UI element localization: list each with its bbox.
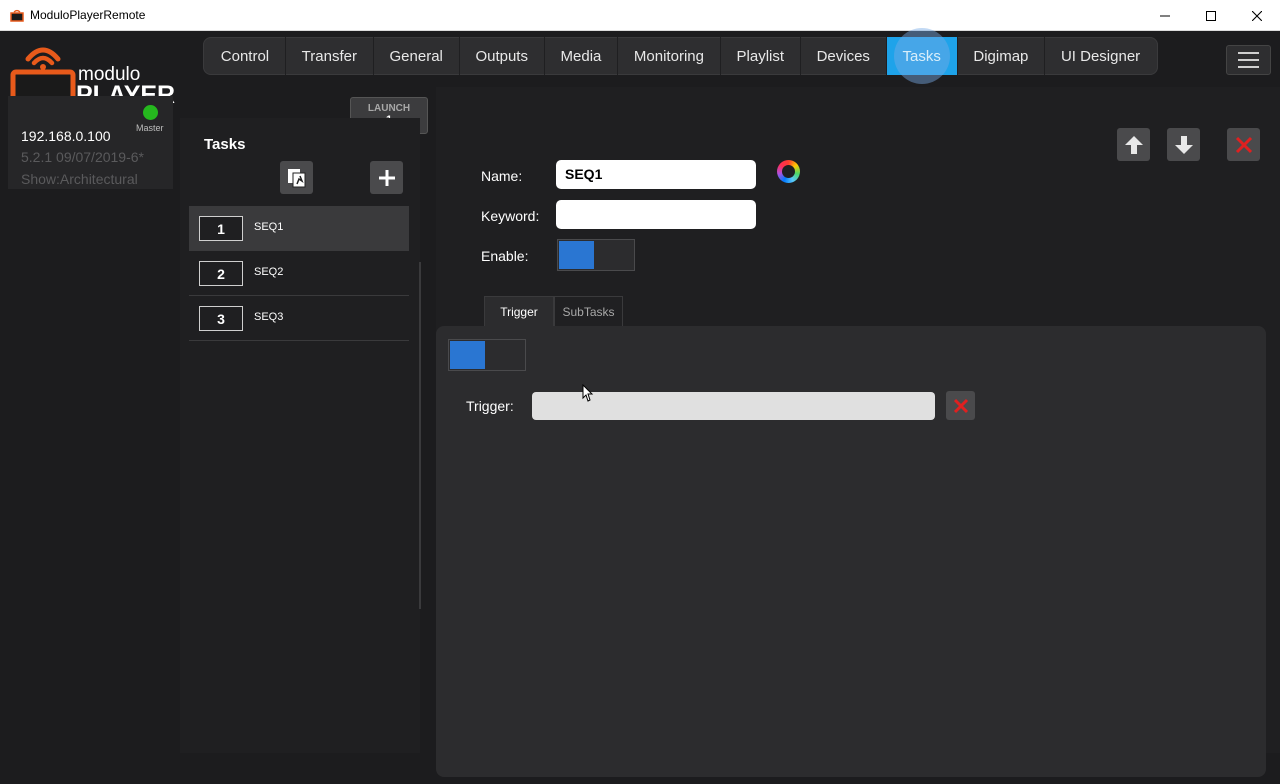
task-row-3[interactable]: 3 SEQ3 [189,296,409,341]
task-row-2[interactable]: 2 SEQ2 [189,251,409,296]
tab-playlist[interactable]: Playlist [721,37,801,75]
server-ip: 192.168.0.100 [21,128,111,144]
arrow-down-icon [1174,135,1193,154]
arrow-up-icon [1124,135,1143,154]
task-list-scrollbar[interactable] [419,262,421,609]
tab-general[interactable]: General [374,37,460,75]
color-picker-icon[interactable] [777,160,800,183]
clear-trigger-button[interactable] [946,391,975,420]
task-name: SEQ2 [254,266,284,278]
hamburger-icon [1238,52,1259,54]
mouse-cursor-icon [582,384,594,402]
task-number: 3 [199,306,243,331]
maximize-button[interactable] [1188,0,1234,31]
tab-devices[interactable]: Devices [801,37,887,75]
plus-icon [378,169,395,186]
window-title: ModuloPlayerRemote [30,8,146,22]
status-indicator [143,105,158,120]
copy-import-icon [287,168,305,187]
subtab-subtasks[interactable]: SubTasks [554,296,623,326]
trigger-toggle[interactable] [448,339,526,371]
server-role: Master [136,123,164,133]
tab-media[interactable]: Media [545,37,619,75]
tab-monitoring[interactable]: Monitoring [618,37,721,75]
trigger-label: Trigger: [466,398,514,414]
launch-label: LAUNCH [367,103,411,114]
tab-control[interactable]: Control [205,37,286,75]
app-icon [10,9,24,22]
delete-task-button[interactable] [1227,128,1260,161]
server-version: 5.2.1 09/07/2019-6* [21,149,144,165]
keyword-label: Keyword: [481,208,540,224]
tab-outputs[interactable]: Outputs [460,37,545,75]
close-icon [1252,10,1262,21]
main-tab-bar: Control Transfer General Outputs Media M… [203,28,1158,84]
tab-ui-designer[interactable]: UI Designer [1045,37,1156,75]
move-down-button[interactable] [1167,128,1200,161]
subtab-trigger[interactable]: Trigger [484,296,554,326]
tab-tasks[interactable]: Tasks [886,28,958,84]
toggle-knob [559,241,594,269]
window-titlebar: ModuloPlayerRemote [0,0,1280,31]
task-number: 1 [199,216,243,241]
task-number: 2 [199,261,243,286]
tasks-title: Tasks [204,136,246,153]
add-task-button[interactable] [370,161,403,194]
task-name: SEQ3 [254,311,284,323]
minimize-button[interactable] [1142,0,1188,31]
import-task-button[interactable] [280,161,313,194]
delete-x-icon [953,398,968,413]
server-show: Show:Architectural [21,171,138,187]
minimize-icon [1160,15,1170,16]
name-label: Name: [481,168,523,184]
enable-toggle[interactable] [557,239,635,271]
task-row-1[interactable]: 1 SEQ1 [189,206,409,251]
close-window-button[interactable] [1234,0,1280,31]
toggle-knob [450,341,485,369]
enable-label: Enable: [481,248,529,264]
task-name: SEQ1 [254,221,284,233]
name-input[interactable]: SEQ1 [556,160,756,189]
menu-button[interactable] [1226,45,1271,75]
tab-digimap[interactable]: Digimap [958,37,1046,75]
maximize-icon [1206,10,1216,21]
move-up-button[interactable] [1117,128,1150,161]
tab-transfer[interactable]: Transfer [286,37,374,75]
keyword-input[interactable] [556,200,756,229]
delete-x-icon [1235,136,1252,153]
